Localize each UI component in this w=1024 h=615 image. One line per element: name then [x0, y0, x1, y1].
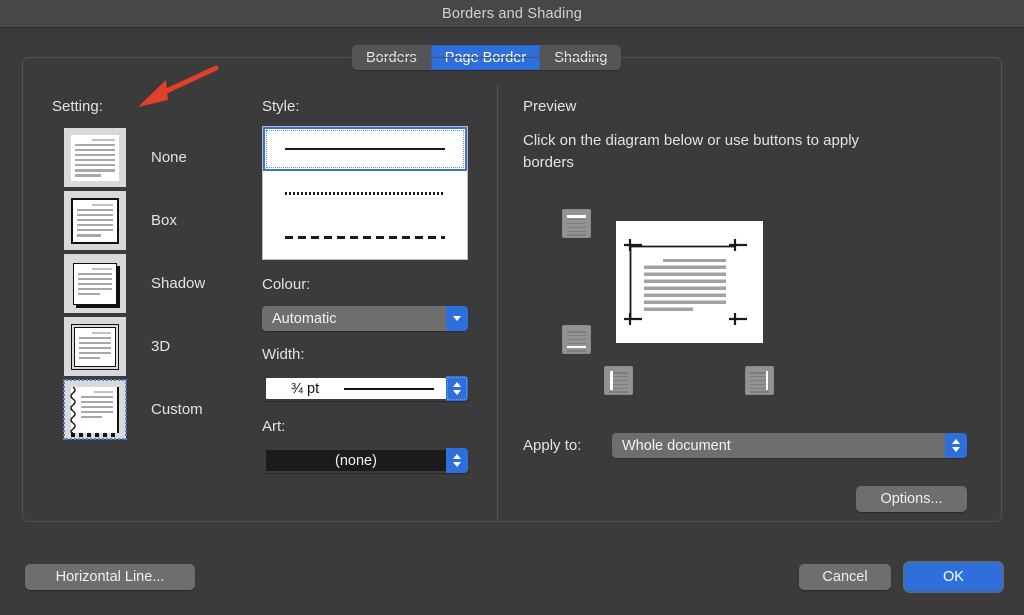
setting-thumbnail-3d — [64, 317, 126, 376]
width-value-box[interactable]: ¾ pt — [266, 378, 446, 399]
chevron-down-icon[interactable] — [446, 306, 468, 331]
width-stepper[interactable]: ¾ pt — [262, 376, 468, 401]
wavy-border-icon — [70, 386, 76, 433]
setting-option-none[interactable]: None — [64, 126, 205, 189]
apply-to-value: Whole document — [612, 433, 945, 458]
right-border-button[interactable] — [745, 366, 774, 395]
left-edge-indicator-icon — [610, 371, 613, 390]
style-list-box[interactable] — [262, 126, 468, 260]
preview-diagram[interactable] — [616, 221, 763, 343]
setting-label-3d: 3D — [151, 338, 171, 355]
stepper-icon-width[interactable] — [446, 376, 468, 401]
window-title: Borders and Shading — [441, 5, 583, 22]
setting-option-3d[interactable]: 3D — [64, 315, 205, 378]
left-border-button[interactable] — [604, 366, 633, 395]
top-edge-indicator-icon — [567, 215, 586, 218]
setting-label-none: None — [151, 149, 187, 166]
width-sample-line-icon — [344, 387, 434, 390]
style-sample-solid-icon — [285, 147, 445, 151]
style-item-dotted[interactable] — [263, 171, 467, 215]
colour-dropdown[interactable]: Automatic — [262, 306, 468, 331]
bottom-border-button[interactable] — [562, 325, 591, 354]
setting-thumbnail-box — [64, 191, 126, 250]
setting-thumbnail-none — [64, 128, 126, 187]
setting-heading: Setting: — [52, 98, 103, 115]
setting-label-custom: Custom — [151, 401, 203, 418]
right-edge-indicator-icon — [765, 371, 768, 390]
setting-thumbnail-custom — [63, 379, 127, 440]
style-sample-dashed-icon — [285, 235, 445, 239]
art-dropdown[interactable]: (none) — [262, 448, 468, 473]
vertical-divider — [497, 85, 498, 520]
setting-option-custom[interactable]: Custom — [63, 378, 205, 441]
style-sample-dotted-icon — [285, 191, 445, 195]
width-heading: Width: — [262, 346, 305, 363]
width-value: ¾ pt — [290, 380, 320, 397]
setting-label-shadow: Shadow — [151, 275, 206, 292]
colour-heading: Colour: — [262, 276, 311, 293]
borders-and-shading-dialog: Borders and Shading Borders Page Border … — [0, 0, 1024, 615]
bottom-edge-indicator-icon — [567, 345, 586, 348]
horizontal-line-button[interactable]: Horizontal Line... — [25, 564, 195, 590]
art-value: (none) — [266, 450, 446, 471]
preview-heading: Preview — [523, 98, 577, 115]
art-heading: Art: — [262, 418, 286, 435]
cancel-button[interactable]: Cancel — [799, 564, 891, 590]
style-heading: Style: — [262, 98, 300, 115]
top-border-button[interactable] — [562, 209, 591, 238]
style-item-dashed[interactable] — [263, 215, 467, 259]
mini-doc-lines-icon — [567, 215, 586, 236]
setting-option-shadow[interactable]: Shadow — [64, 252, 205, 315]
ok-button[interactable]: OK — [903, 561, 1004, 593]
setting-label-box: Box — [151, 212, 177, 229]
preview-help-text: Click on the diagram below or use button… — [523, 132, 860, 171]
setting-option-box[interactable]: Box — [64, 189, 205, 252]
stepper-icon-art[interactable] — [446, 448, 468, 473]
options-button[interactable]: Options... — [856, 486, 967, 512]
apply-to-dropdown[interactable]: Whole document — [612, 433, 967, 458]
colour-value: Automatic — [262, 306, 446, 331]
apply-to-label: Apply to: — [523, 437, 582, 454]
title-bar: Borders and Shading — [0, 0, 1024, 28]
stepper-icon-apply-to[interactable] — [945, 433, 967, 458]
setting-options-list: None Box Shadow 3D Custom — [63, 126, 205, 441]
setting-thumbnail-shadow — [64, 254, 126, 313]
style-item-solid[interactable] — [263, 127, 467, 171]
preview-diagram-graphic — [624, 239, 747, 325]
